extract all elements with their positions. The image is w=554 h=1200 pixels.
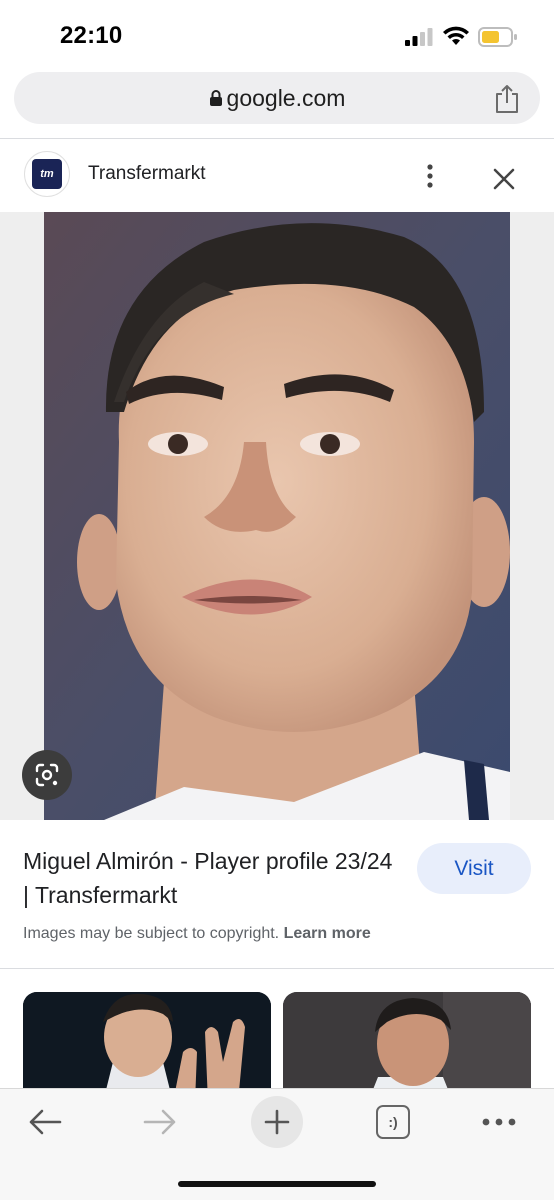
more-horizontal-icon[interactable] bbox=[481, 1111, 517, 1133]
divider bbox=[0, 968, 554, 969]
transfermarkt-logo: tm bbox=[32, 159, 62, 189]
cellular-signal-icon bbox=[405, 28, 433, 46]
new-tab-button[interactable] bbox=[251, 1096, 303, 1148]
close-icon[interactable] bbox=[491, 166, 517, 192]
address-bar[interactable]: google.com bbox=[14, 72, 540, 124]
back-arrow-icon[interactable] bbox=[27, 1107, 63, 1137]
source-name[interactable]: Transfermarkt bbox=[88, 163, 206, 185]
tab-switcher-icon[interactable]: :) bbox=[376, 1105, 410, 1139]
result-title[interactable]: Miguel Almirón - Player profile 23/24 | … bbox=[23, 844, 403, 912]
player-headshot-image[interactable] bbox=[44, 212, 510, 820]
related-image-2[interactable] bbox=[283, 992, 531, 1102]
status-bar: 22:10 bbox=[0, 0, 554, 72]
share-icon[interactable] bbox=[494, 84, 520, 114]
google-lens-icon[interactable] bbox=[22, 750, 72, 800]
image-viewer bbox=[0, 212, 554, 820]
divider bbox=[0, 138, 554, 139]
status-time: 22:10 bbox=[60, 22, 123, 49]
wifi-icon bbox=[443, 26, 469, 45]
visit-button[interactable]: Visit bbox=[417, 843, 531, 894]
more-vertical-icon[interactable] bbox=[418, 162, 442, 190]
copyright-notice: Images may be subject to copyright. Lear… bbox=[23, 925, 371, 943]
url-display[interactable]: google.com bbox=[14, 72, 540, 124]
lock-icon bbox=[209, 90, 222, 106]
learn-more-link[interactable]: Learn more bbox=[284, 925, 371, 942]
related-image-1[interactable] bbox=[23, 992, 271, 1102]
url-text: google.com bbox=[226, 84, 346, 111]
home-indicator[interactable] bbox=[178, 1181, 376, 1187]
source-header: tm Transfermarkt bbox=[0, 140, 554, 212]
battery-low-icon bbox=[478, 27, 517, 47]
new-tab-plus-icon bbox=[264, 1109, 290, 1135]
source-logo[interactable]: tm bbox=[24, 151, 70, 197]
forward-arrow-icon[interactable] bbox=[142, 1107, 178, 1137]
copyright-text: Images may be subject to copyright. bbox=[23, 925, 280, 942]
